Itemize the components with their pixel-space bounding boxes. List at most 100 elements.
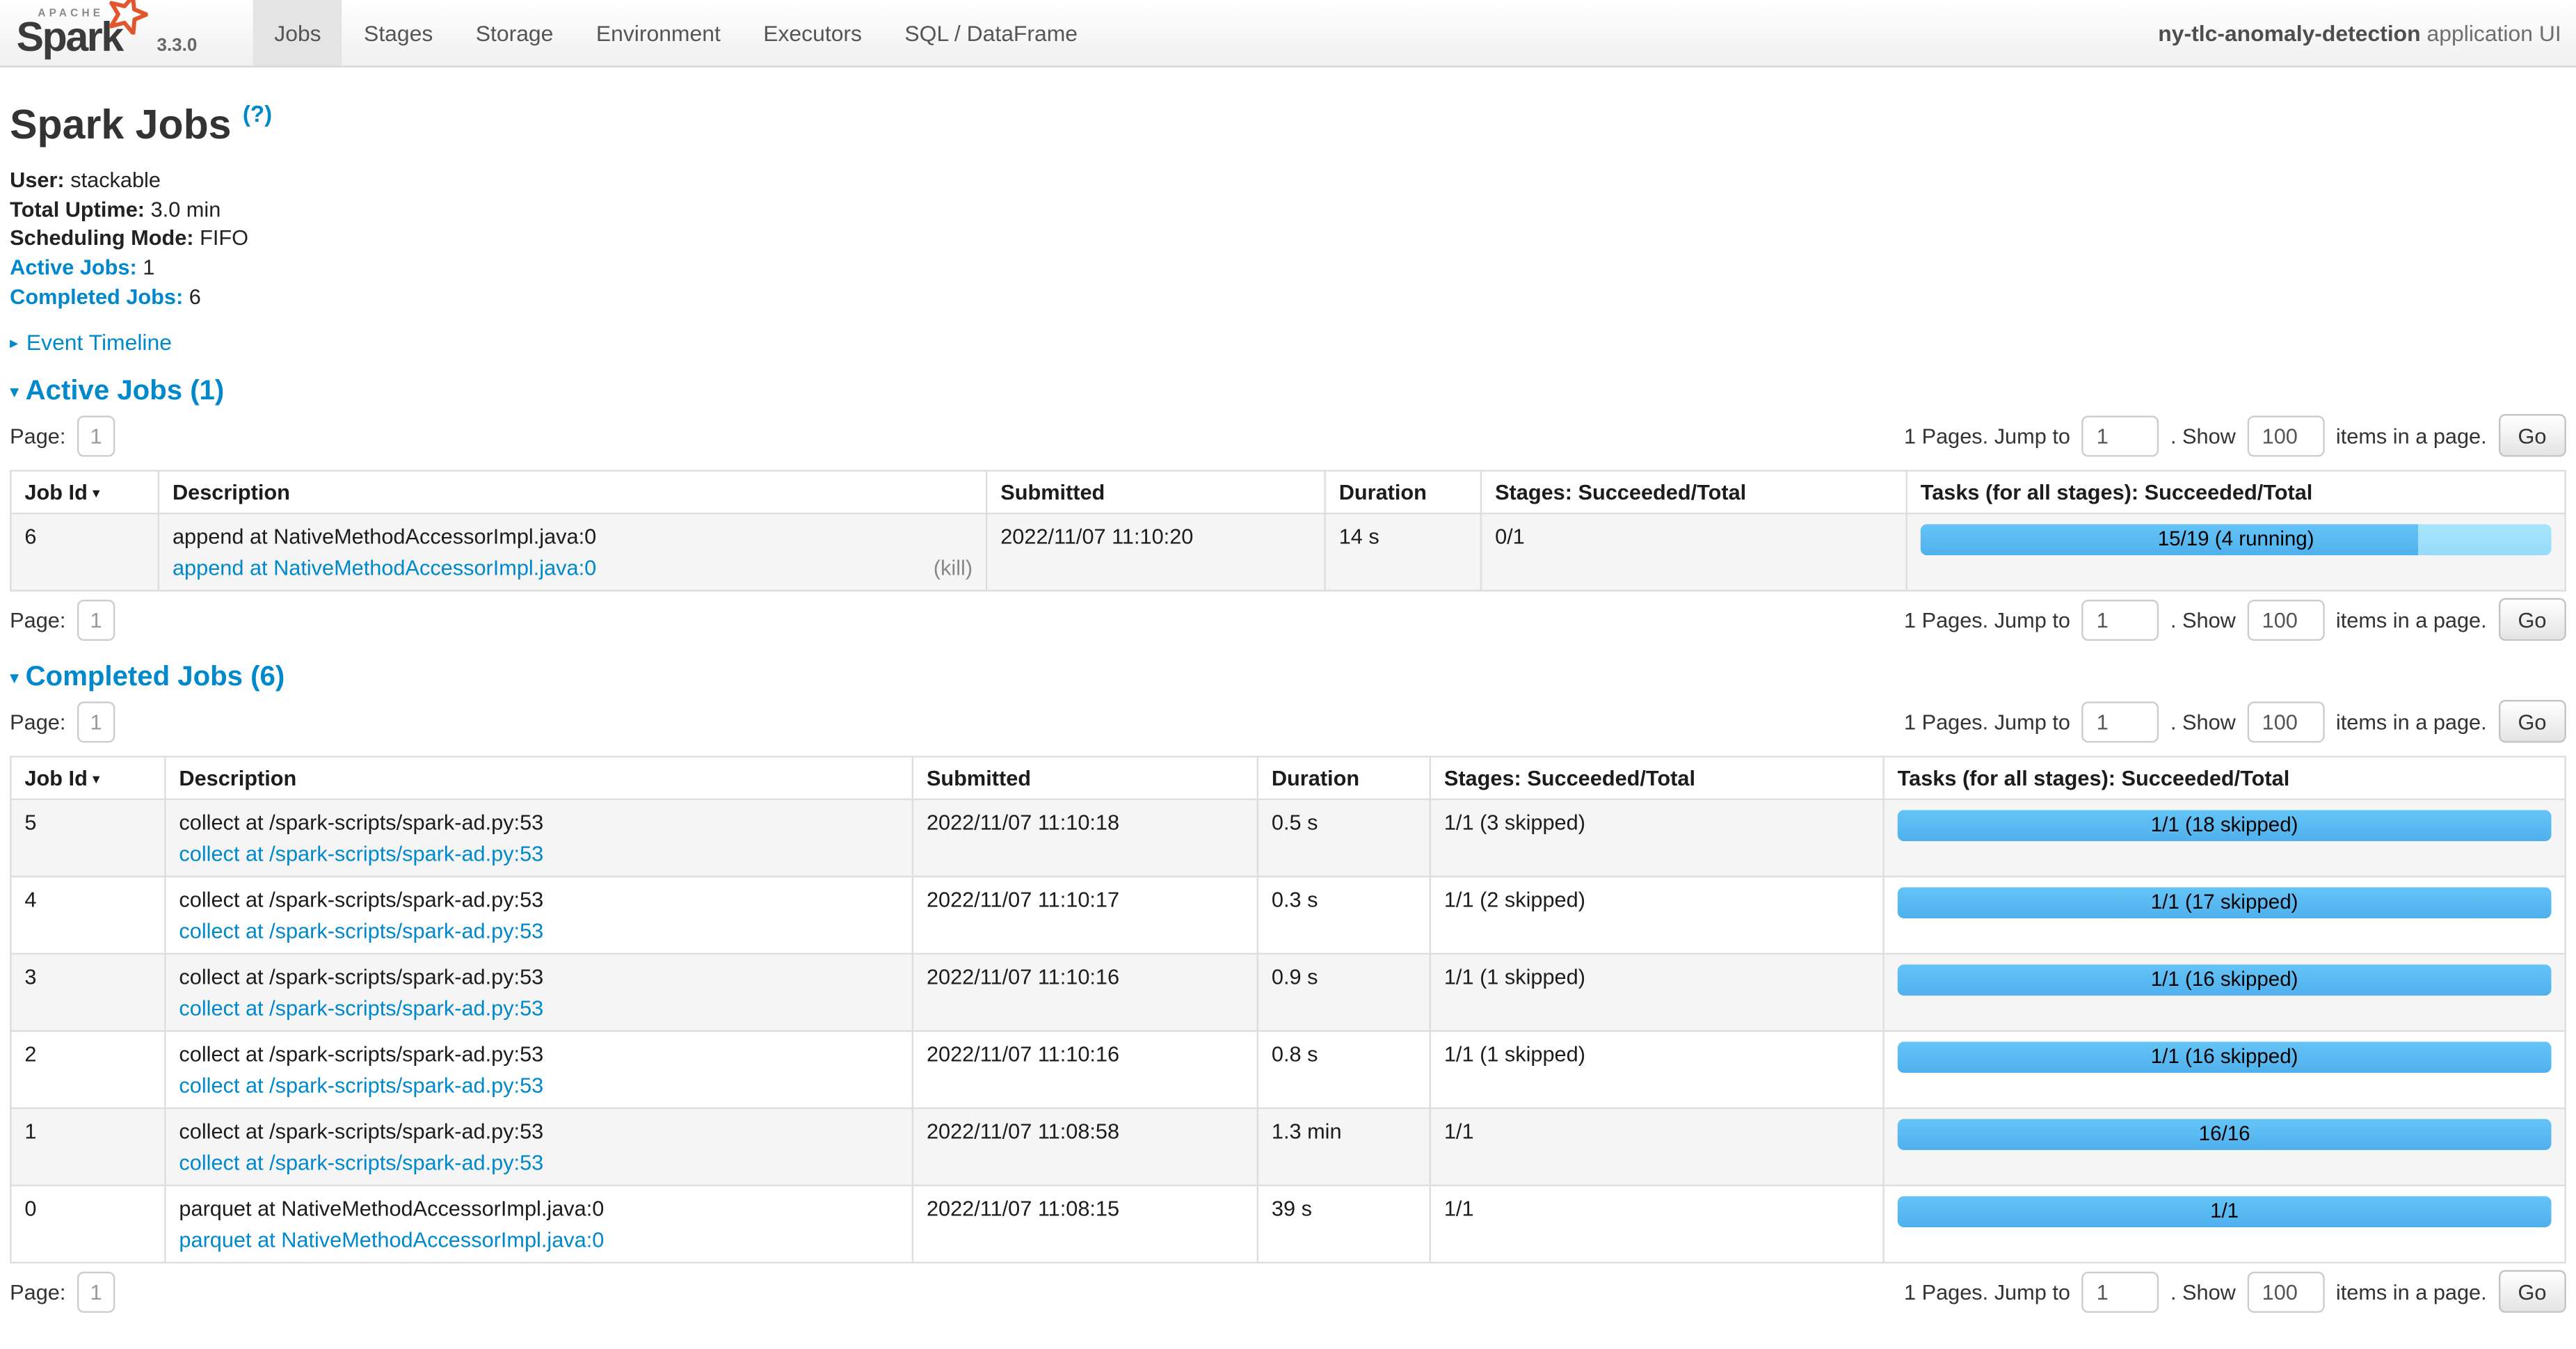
- help-link[interactable]: (?): [243, 100, 272, 127]
- table-row: 3 collect at /spark-scripts/spark-ad.py:…: [10, 954, 2565, 1031]
- pages-text: 1 Pages. Jump to: [1904, 709, 2070, 733]
- tab-jobs[interactable]: Jobs: [253, 0, 343, 65]
- go-button[interactable]: Go: [2498, 414, 2566, 456]
- job-detail-link[interactable]: collect at /spark-scripts/spark-ad.py:53: [179, 1073, 543, 1097]
- cell-submitted: 2022/11/07 11:10:18: [913, 799, 1258, 877]
- stat-uptime: Total Uptime: 3.0 min: [10, 195, 2566, 224]
- logo-spark-text: Spark: [17, 15, 122, 61]
- page-number-input[interactable]: [77, 1271, 115, 1312]
- tab-stages[interactable]: Stages: [342, 0, 454, 65]
- active-jobs-link[interactable]: Active Jobs:: [10, 255, 137, 279]
- job-detail-link[interactable]: append at NativeMethodAccessorImpl.java:…: [173, 555, 596, 580]
- pagination-active-top: Page: 1 Pages. Jump to . Show items in a…: [10, 414, 2566, 456]
- task-progress-bar: 1/1 (17 skipped): [1898, 887, 2552, 918]
- show-text: . Show: [2170, 607, 2236, 632]
- page-number-input[interactable]: [77, 415, 115, 456]
- table-row: 6 append at NativeMethodAccessorImpl.jav…: [10, 513, 2565, 591]
- header-duration[interactable]: Duration: [1258, 757, 1430, 799]
- table-row: 5 collect at /spark-scripts/spark-ad.py:…: [10, 799, 2565, 877]
- spark-star-icon: [108, 0, 149, 33]
- items-per-page-input[interactable]: [2247, 599, 2324, 640]
- cell-stages: 1/1 (2 skipped): [1430, 877, 1884, 954]
- cell-job-id: 6: [10, 513, 159, 591]
- items-text: items in a page.: [2336, 709, 2487, 733]
- cell-submitted: 2022/11/07 11:08:15: [913, 1186, 1258, 1263]
- header-submitted[interactable]: Submitted: [913, 757, 1258, 799]
- header-submitted[interactable]: Submitted: [986, 471, 1325, 513]
- cell-duration: 39 s: [1258, 1186, 1430, 1263]
- jump-to-page-input[interactable]: [2081, 415, 2159, 456]
- spark-ui-page: APACHE Spark 3.3.0 Jobs Stages Storage E…: [0, 0, 2576, 1349]
- items-per-page-input[interactable]: [2247, 701, 2324, 742]
- cell-tasks: 1/1 (16 skipped): [1884, 954, 2566, 1031]
- page-number-input[interactable]: [77, 701, 115, 742]
- event-timeline-toggle[interactable]: ▸Event Timeline: [10, 330, 2566, 355]
- pagination-active-bottom: Page: 1 Pages. Jump to . Show items in a…: [10, 598, 2566, 641]
- header-tasks[interactable]: Tasks (for all stages): Succeeded/Total: [1884, 757, 2566, 799]
- header-description[interactable]: Description: [159, 471, 986, 513]
- task-progress-bar: 1/1: [1898, 1196, 2552, 1227]
- completed-jobs-section-header[interactable]: ▾Completed Jobs (6): [10, 661, 2566, 694]
- cell-submitted: 2022/11/07 11:10:16: [913, 954, 1258, 1031]
- table-header-row: Job Id▾ Description Submitted Duration S…: [10, 471, 2565, 513]
- summary-stats: User: stackable Total Uptime: 3.0 min Sc…: [10, 166, 2566, 310]
- cell-submitted: 2022/11/07 11:10:20: [986, 513, 1325, 591]
- job-detail-link[interactable]: collect at /spark-scripts/spark-ad.py:53: [179, 996, 543, 1020]
- header-description[interactable]: Description: [165, 757, 913, 799]
- header-job-id[interactable]: Job Id▾: [10, 471, 159, 513]
- cell-tasks: 1/1 (18 skipped): [1884, 799, 2566, 877]
- job-detail-link[interactable]: collect at /spark-scripts/spark-ad.py:53: [179, 1150, 543, 1174]
- cell-description: collect at /spark-scripts/spark-ad.py:53…: [165, 799, 913, 877]
- header-job-id[interactable]: Job Id▾: [10, 757, 165, 799]
- job-detail-link[interactable]: parquet at NativeMethodAccessorImpl.java…: [179, 1227, 604, 1252]
- cell-duration: 14 s: [1325, 513, 1481, 591]
- job-detail-link[interactable]: collect at /spark-scripts/spark-ad.py:53: [179, 841, 543, 865]
- header-stages[interactable]: Stages: Succeeded/Total: [1481, 471, 1907, 513]
- tab-environment[interactable]: Environment: [575, 0, 742, 65]
- header-duration[interactable]: Duration: [1325, 471, 1481, 513]
- show-text: . Show: [2170, 1279, 2236, 1304]
- cell-stages: 1/1 (1 skipped): [1430, 1031, 1884, 1108]
- jump-to-page-input[interactable]: [2081, 1271, 2159, 1312]
- page-label: Page:: [10, 709, 65, 733]
- cell-description: parquet at NativeMethodAccessorImpl.java…: [165, 1186, 913, 1263]
- items-text: items in a page.: [2336, 607, 2487, 632]
- go-button[interactable]: Go: [2498, 1270, 2566, 1313]
- jump-to-page-input[interactable]: [2081, 701, 2159, 742]
- jump-to-page-input[interactable]: [2081, 599, 2159, 640]
- table-row: 1 collect at /spark-scripts/spark-ad.py:…: [10, 1108, 2565, 1186]
- header-tasks[interactable]: Tasks (for all stages): Succeeded/Total: [1907, 471, 2566, 513]
- go-button[interactable]: Go: [2498, 598, 2566, 641]
- tab-sql-dataframe[interactable]: SQL / DataFrame: [883, 0, 1099, 65]
- page-label: Page:: [10, 1279, 65, 1304]
- tab-executors[interactable]: Executors: [742, 0, 883, 65]
- collapsed-arrow-icon: ▸: [10, 335, 18, 353]
- active-jobs-table: Job Id▾ Description Submitted Duration S…: [10, 470, 2566, 592]
- table-row: 2 collect at /spark-scripts/spark-ad.py:…: [10, 1031, 2565, 1108]
- cell-stages: 1/1: [1430, 1108, 1884, 1186]
- header-stages[interactable]: Stages: Succeeded/Total: [1430, 757, 1884, 799]
- cell-job-id: 5: [10, 799, 165, 877]
- cell-stages: 1/1 (1 skipped): [1430, 954, 1884, 1031]
- show-text: . Show: [2170, 709, 2236, 733]
- application-name: ny-tlc-anomaly-detection application UI: [2158, 21, 2576, 45]
- cell-stages: 0/1: [1481, 513, 1907, 591]
- cell-tasks: 1/1 (17 skipped): [1884, 877, 2566, 954]
- cell-stages: 1/1: [1430, 1186, 1884, 1263]
- sort-desc-icon: ▾: [93, 771, 100, 788]
- items-per-page-input[interactable]: [2247, 415, 2324, 456]
- pages-text: 1 Pages. Jump to: [1904, 607, 2070, 632]
- cell-tasks: 16/16: [1884, 1108, 2566, 1186]
- go-button[interactable]: Go: [2498, 700, 2566, 742]
- completed-jobs-table: Job Id▾ Description Submitted Duration S…: [10, 756, 2566, 1263]
- active-jobs-section-header[interactable]: ▾Active Jobs (1): [10, 375, 2566, 408]
- cell-description: collect at /spark-scripts/spark-ad.py:53…: [165, 877, 913, 954]
- completed-jobs-link[interactable]: Completed Jobs:: [10, 283, 183, 308]
- items-per-page-input[interactable]: [2247, 1271, 2324, 1312]
- job-detail-link[interactable]: collect at /spark-scripts/spark-ad.py:53: [179, 918, 543, 943]
- page-number-input[interactable]: [77, 599, 115, 640]
- cell-description: collect at /spark-scripts/spark-ad.py:53…: [165, 954, 913, 1031]
- tab-storage[interactable]: Storage: [454, 0, 575, 65]
- kill-job-link[interactable]: (kill): [934, 554, 973, 582]
- spark-logo: APACHE Spark 3.3.0: [0, 0, 207, 65]
